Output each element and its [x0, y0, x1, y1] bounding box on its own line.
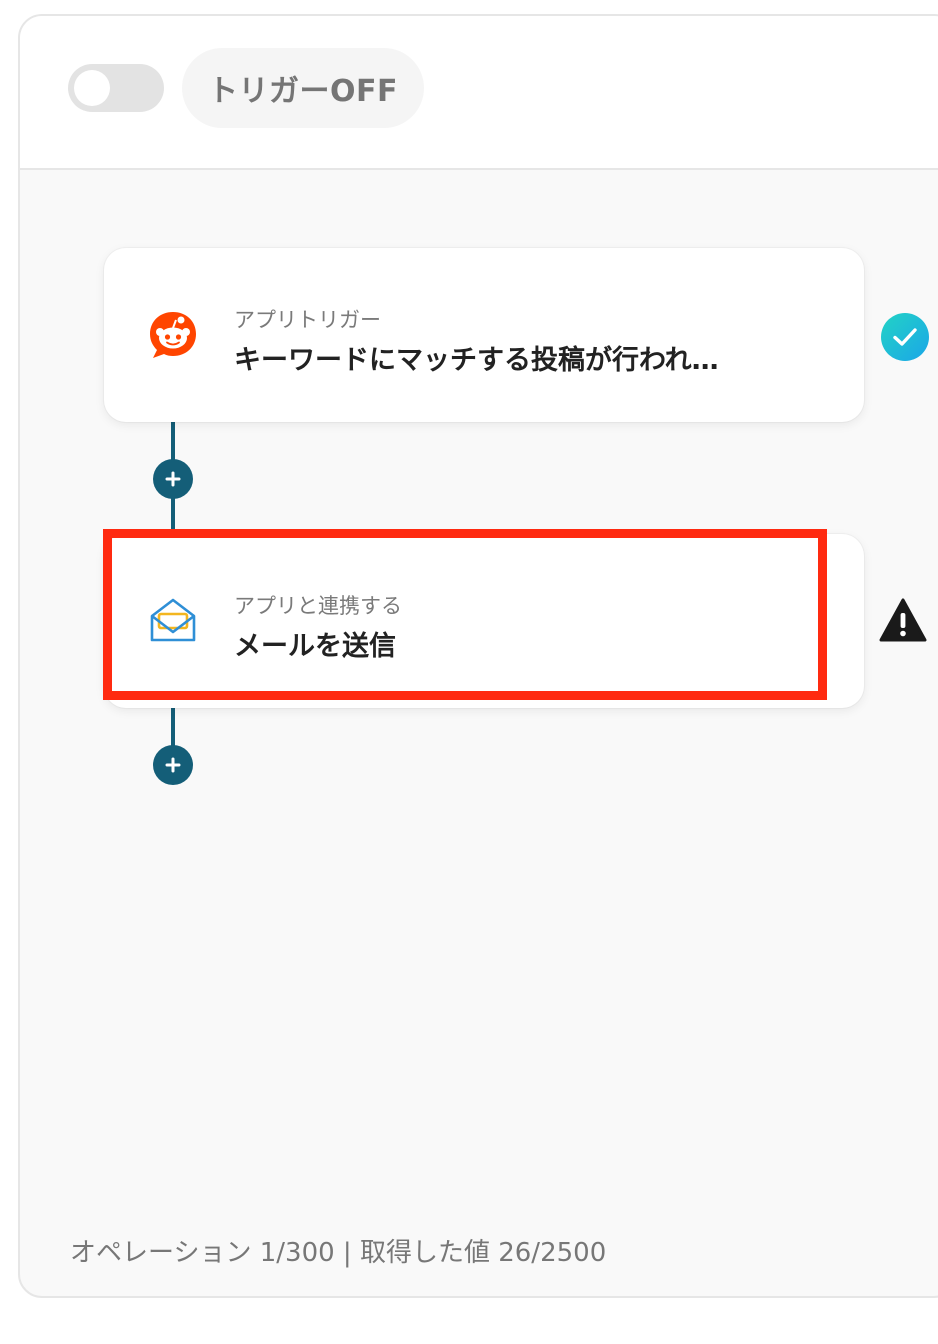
usage-status-text: オペレーション 1/300 | 取得した値 26/2500: [70, 1238, 607, 1268]
step-subtitle: アプリトリガー: [234, 308, 381, 332]
step-title: メールを送信: [234, 631, 396, 662]
add-step-button[interactable]: [153, 745, 193, 785]
email-envelope-icon: [146, 594, 200, 648]
flow-header: トリガーOFF: [20, 16, 938, 170]
step-subtitle: アプリと連携する: [234, 594, 402, 618]
check-circle-icon: [880, 312, 930, 362]
plus-icon: [165, 471, 181, 487]
warning-triangle-icon: [878, 596, 928, 646]
trigger-toggle[interactable]: [68, 64, 164, 112]
flow-step-card-send-mail[interactable]: アプリと連携する メールを送信: [104, 534, 864, 708]
step-title: キーワードにマッチする投稿が行われ…: [234, 345, 719, 376]
trigger-status-badge: トリガーOFF: [182, 48, 424, 128]
trigger-status-label: トリガーOFF: [208, 74, 398, 109]
flow-step-card-trigger[interactable]: アプリトリガー キーワードにマッチする投稿が行われ…: [104, 248, 864, 422]
toggle-knob: [74, 70, 110, 106]
reddit-icon: [146, 308, 200, 362]
add-step-button[interactable]: [153, 459, 193, 499]
flow-editor-panel: トリガーOFF アプリトリガー キーワードにマッチする投稿が行われ… アプリと連…: [18, 14, 938, 1298]
plus-icon: [165, 757, 181, 773]
